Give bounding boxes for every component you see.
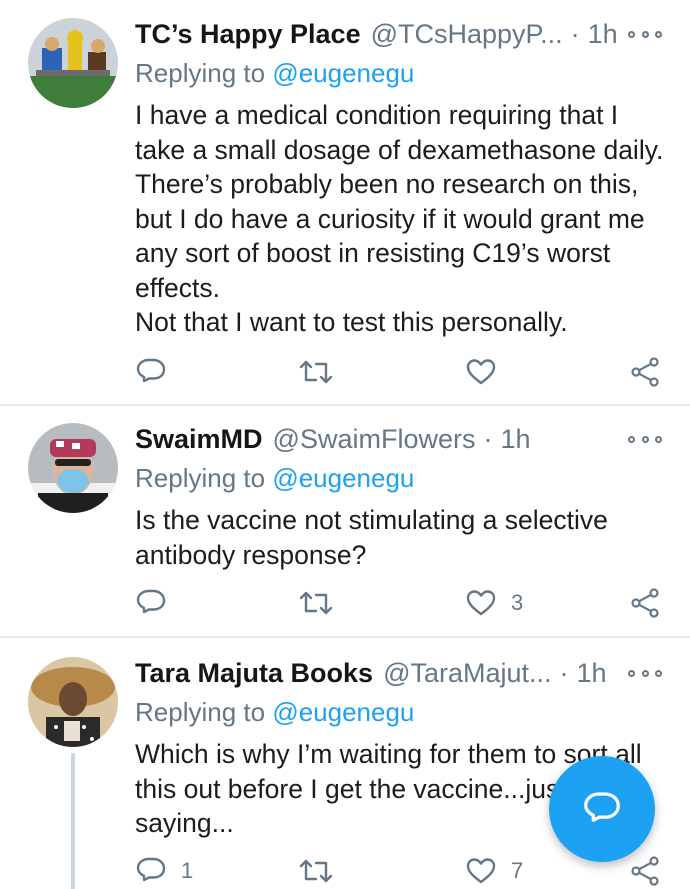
heart-icon — [466, 858, 496, 884]
compose-reply-button[interactable] — [549, 756, 655, 862]
user-handle[interactable]: @TCsHappyP... — [371, 19, 563, 50]
retweet-button[interactable] — [298, 585, 348, 621]
divider — [0, 636, 690, 638]
separator-dot: · — [559, 657, 569, 688]
replying-to: Replying to @eugenegu — [135, 697, 414, 728]
avatar[interactable] — [28, 423, 118, 513]
reply-icon — [136, 589, 166, 614]
like-button[interactable]: 3 — [465, 585, 523, 621]
share-icon — [631, 856, 659, 886]
replying-to-label: Replying to — [135, 58, 266, 88]
tweet-text-paragraph: I have a medical condition requiring tha… — [135, 100, 664, 303]
retweet-icon — [299, 859, 333, 883]
tweet-actions — [135, 354, 665, 390]
tweet-text: I have a medical condition requiring tha… — [135, 98, 665, 340]
user-handle[interactable]: @TaraMajut... — [383, 658, 551, 689]
reply-button[interactable]: 1 — [135, 853, 193, 889]
like-button[interactable] — [465, 354, 511, 390]
like-button[interactable]: 7 — [465, 853, 523, 889]
mention-link[interactable]: @eugenegu — [272, 58, 414, 88]
reply-count: 1 — [181, 858, 194, 883]
retweet-icon — [299, 360, 333, 384]
mention-link[interactable]: @eugenegu — [272, 463, 414, 493]
like-count: 7 — [511, 858, 524, 883]
separator-dot: · — [570, 18, 580, 49]
tweet-text: Is the vaccine not stimulating a selecti… — [135, 503, 665, 572]
replying-to: Replying to @eugenegu — [135, 463, 414, 494]
display-name[interactable]: TC’s Happy Place — [135, 19, 361, 50]
reply-button[interactable] — [135, 585, 181, 621]
retweet-icon — [299, 591, 333, 615]
more-options-icon[interactable] — [628, 665, 662, 681]
share-button[interactable] — [629, 853, 661, 889]
share-icon — [631, 588, 659, 618]
retweet-button[interactable] — [298, 853, 348, 889]
separator-dot: · — [483, 423, 493, 454]
share-button[interactable] — [629, 354, 661, 390]
avatar[interactable] — [28, 657, 118, 747]
avatar[interactable] — [28, 18, 118, 108]
more-options-icon[interactable] — [628, 431, 662, 447]
display-name[interactable]: SwaimMD — [135, 424, 263, 455]
divider — [0, 404, 690, 406]
share-button[interactable] — [629, 585, 661, 621]
share-icon — [631, 357, 659, 387]
reply-icon — [136, 857, 166, 882]
tweet-actions: 3 — [135, 585, 665, 621]
replying-to: Replying to @eugenegu — [135, 58, 414, 89]
tweet-text-paragraph: Not that I want to test this personally. — [135, 307, 568, 337]
display-name[interactable]: Tara Majuta Books — [135, 658, 373, 689]
tweet-text-paragraph: Is the vaccine not stimulating a selecti… — [135, 505, 608, 570]
more-options-icon[interactable] — [628, 26, 662, 42]
replying-to-label: Replying to — [135, 697, 266, 727]
user-handle[interactable]: @SwaimFlowers — [273, 424, 476, 455]
like-count: 3 — [511, 590, 524, 615]
heart-icon — [466, 590, 496, 616]
reply-button[interactable] — [135, 354, 181, 390]
reply-icon — [136, 358, 166, 383]
thread-line — [71, 753, 75, 889]
replying-to-label: Replying to — [135, 463, 266, 493]
timestamp[interactable]: 1h — [588, 19, 618, 50]
compose-reply-icon — [584, 792, 620, 822]
timestamp[interactable]: 1h — [577, 658, 607, 689]
heart-icon — [466, 359, 496, 385]
retweet-button[interactable] — [298, 354, 348, 390]
timestamp[interactable]: 1h — [500, 424, 530, 455]
mention-link[interactable]: @eugenegu — [272, 697, 414, 727]
